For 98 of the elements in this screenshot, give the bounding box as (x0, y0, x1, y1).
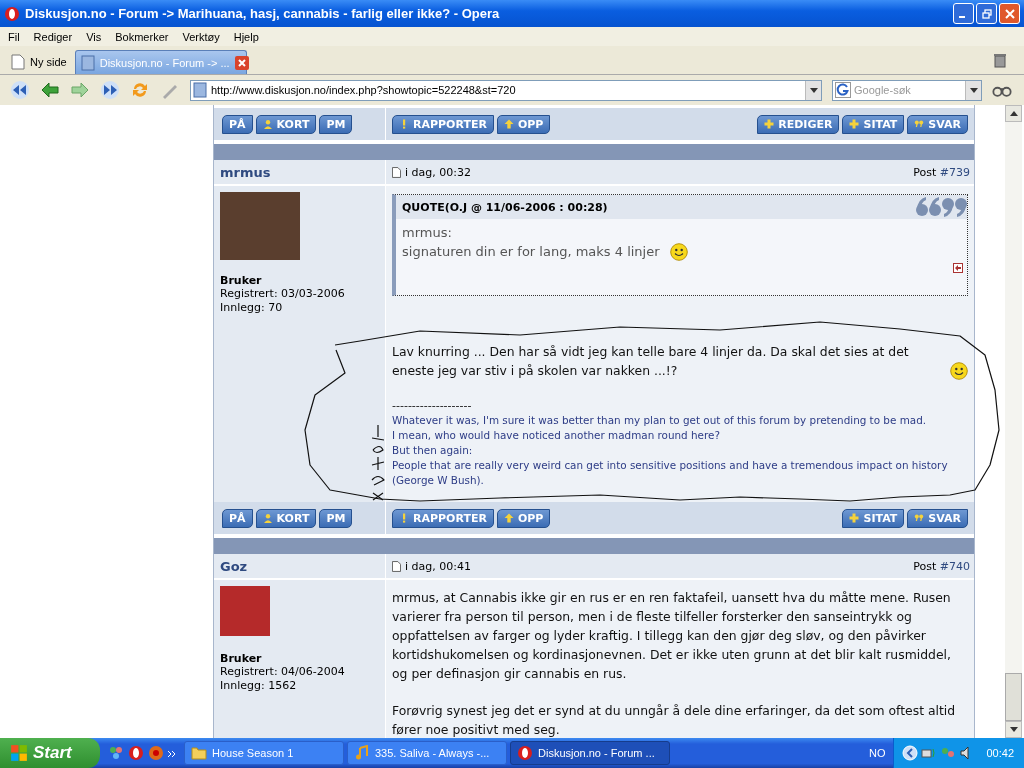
quote-marks-icon (914, 513, 925, 523)
post-date: i dag, 00:41 (405, 559, 471, 573)
post-count: Innlegg: 1562 (220, 679, 298, 693)
forum-button[interactable]: PM (319, 114, 353, 134)
post-label: Post (913, 559, 937, 573)
forum-button[interactable]: REDIGER (757, 114, 840, 134)
clock: 00:42 (986, 747, 1014, 759)
post-number-link[interactable]: #739 (939, 165, 970, 179)
close-icon[interactable] (234, 55, 249, 70)
menu-item[interactable]: Verktøy (182, 30, 220, 43)
user-rank: Bruker (220, 274, 263, 287)
document-icon (392, 166, 401, 178)
music-note-icon (354, 745, 370, 761)
post-number-link[interactable]: #740 (939, 559, 970, 573)
registration-date: Registrert: 03/03-2006 (220, 287, 346, 301)
post-text: mrmus, at Cannabis ikke gir en rus er en ren faktafeil, uansett hva du måtte mene. Rusen varierer fra person til person, men i de fleste tilfeller forsterker den sanseintrykk og oppfattelsen av farger og lyder kraftig. I tillegg kan den gjør deg sløv, og den påvirker kortidshukomelsen og kordinasjonevnen. Det er ikke uten grunn at det blir kalt rusmiddel, og per definasjon gir cannabis en rus. (392, 589, 952, 683)
taskbar-button[interactable]: 335. Saliva - Always -... (347, 741, 507, 765)
forum-button[interactable]: KORT (255, 114, 317, 134)
menu-item[interactable]: Fil (8, 30, 20, 43)
forum-button[interactable]: OPP (496, 114, 551, 134)
close-icon (1004, 8, 1015, 19)
browser-tab[interactable]: Diskusjon.no - Forum -> ... (74, 50, 247, 74)
minimize-button[interactable] (953, 3, 974, 24)
page-icon (193, 82, 207, 98)
signature-text: Whatever it was, I'm sure it was better than my plan to get out of this forum by pretending to be mad. (392, 413, 928, 428)
menu-item[interactable]: Hjelp (233, 30, 259, 43)
search-box[interactable]: Google-søk (832, 79, 982, 101)
back-arrow-icon[interactable] (40, 80, 60, 100)
minimize-icon (959, 15, 965, 18)
registration-date: Registrert: 04/06-2004 (220, 665, 346, 679)
plus-icon (849, 119, 860, 129)
forum-button[interactable]: KORT (255, 508, 317, 528)
browser-tab[interactable]: Ny side (6, 50, 72, 74)
opera-logo-icon (517, 745, 533, 761)
forum-button[interactable]: SVAR (907, 508, 968, 528)
forum-button[interactable]: SITAT (842, 508, 905, 528)
page-icon (11, 54, 25, 70)
down-arrow-icon[interactable] (1009, 727, 1018, 732)
signature-divider: -------------------- (392, 398, 473, 413)
rewind-icon[interactable] (10, 80, 30, 100)
post-text: Lav knurring ... Den har så vidt jeg kan telle bare 4 linjer da. Da skal det sies at det eneste jeg var stiv i på skolen var nakken ...!? (392, 343, 910, 380)
restore-icon (981, 8, 992, 19)
post-text: Forøvrig synest jeg det er synd at du unngår å dele dine erfaringer, da det som oftest altid fører noe positivt med seg. (392, 702, 957, 738)
menu-item[interactable]: Bokmerker (115, 30, 169, 43)
forum-button[interactable]: RAPPORTER (392, 508, 494, 528)
photo-placeholder (220, 586, 270, 636)
forum-button[interactable]: SVAR (907, 114, 968, 134)
fast-forward-icon[interactable] (100, 80, 120, 100)
document-icon (392, 560, 401, 572)
post-date: i dag, 00:32 (405, 165, 471, 179)
vertical-scrollbar[interactable] (1005, 105, 1022, 738)
up-arrow-icon[interactable] (1009, 111, 1018, 116)
chevron-icon[interactable] (168, 751, 176, 757)
window-title: Diskusjon.no - Forum -> Marihuana, hasj, cannabis - farlig eller ikke? - Opera (25, 6, 500, 21)
taskbar-button[interactable]: House Season 1 (184, 741, 344, 765)
menu-item[interactable]: Rediger (33, 30, 73, 43)
forum-button[interactable]: RAPPORTER (392, 114, 494, 134)
search-field[interactable]: Google-søk (854, 84, 954, 96)
person-icon (262, 513, 273, 523)
author-name[interactable]: mrmus (220, 164, 271, 180)
post-label: Post (913, 165, 937, 179)
quote-marks-icon (914, 119, 925, 129)
back-arrow-icon[interactable] (953, 263, 963, 273)
quote-text: mrmus: (402, 224, 452, 242)
g-logo-icon (835, 82, 851, 98)
up-arrow-icon (503, 119, 514, 129)
person-icon (262, 119, 273, 129)
page-icon (80, 54, 95, 71)
taskbar-button[interactable]: Diskusjon.no - Forum ... (510, 741, 670, 765)
trash-can-icon[interactable] (992, 52, 1008, 68)
scrollbar-thumb[interactable] (1005, 673, 1022, 721)
signature-text: But then again: (392, 443, 474, 458)
plus-icon (764, 119, 775, 129)
forum-button[interactable]: PÅ (222, 114, 253, 134)
quote-marks-icon (915, 195, 967, 219)
forum-button[interactable]: SITAT (842, 114, 905, 134)
forum-button[interactable]: PM (319, 508, 353, 528)
quote-text: signaturen din er for lang, maks 4 linjer (402, 243, 660, 261)
restore-button[interactable] (976, 3, 997, 24)
quote-header: QUOTE(O.J @ 11/06-2006 : 00:28) (402, 200, 608, 214)
post-count: Innlegg: 70 (220, 301, 284, 315)
opera-logo-icon (4, 5, 20, 22)
address-field[interactable]: http://www.diskusjon.no/index.php?showtopic=522248&st=720 (190, 79, 822, 101)
menu-item[interactable]: Vis (86, 30, 102, 43)
author-name[interactable]: Goz (220, 558, 248, 574)
user-rank: Bruker (220, 652, 263, 665)
up-arrow-icon (503, 513, 514, 523)
windows-logo-icon (10, 744, 28, 762)
plus-icon (849, 513, 860, 523)
signature-text: I mean, who would have noticed another madman round here? (392, 428, 721, 443)
language-indicator[interactable]: NO (868, 747, 886, 759)
forum-button[interactable]: PÅ (222, 508, 253, 528)
signature-text: People that are really very weird can get into sensitive positions and have a tremendous impact on history (George W Bush). (392, 458, 949, 488)
close-button[interactable] (999, 3, 1020, 24)
forum-button[interactable]: OPP (496, 508, 551, 528)
opera-logo-icon[interactable] (128, 745, 144, 761)
start-button[interactable]: Start (0, 738, 100, 768)
folder-icon (191, 745, 207, 761)
